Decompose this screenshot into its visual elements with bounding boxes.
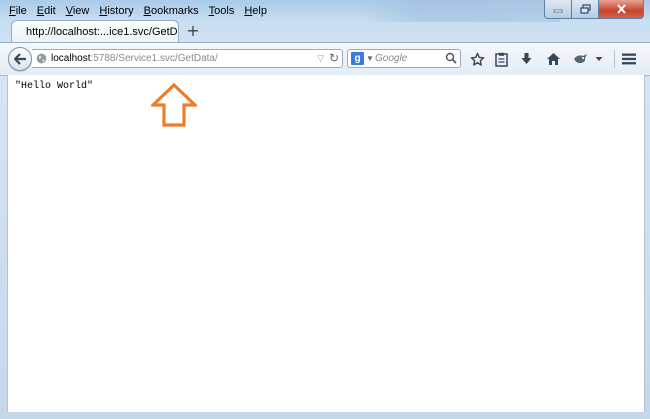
- background-window-ghost: [360, 0, 560, 22]
- search-icon[interactable]: [445, 52, 457, 64]
- home-icon: [546, 53, 560, 65]
- menu-icon: [622, 53, 636, 65]
- maximize-button[interactable]: [572, 0, 599, 19]
- home-button[interactable]: [543, 49, 563, 69]
- google-engine-icon[interactable]: g: [351, 52, 364, 65]
- addon-button[interactable]: [571, 49, 591, 69]
- menu-bar: File Edit View History Bookmarks Tools H…: [4, 3, 272, 19]
- browser-window: File Edit View History Bookmarks Tools H…: [0, 0, 650, 419]
- new-tab-button[interactable]: +: [184, 22, 202, 40]
- back-arrow-icon: [13, 53, 26, 65]
- menu-view[interactable]: View: [61, 3, 95, 19]
- minimize-button[interactable]: [544, 0, 572, 19]
- close-button[interactable]: [599, 0, 644, 19]
- url-history-dropdown-icon[interactable]: ▽: [317, 50, 324, 67]
- menu-file[interactable]: File: [4, 3, 32, 19]
- window-controls: [544, 0, 644, 19]
- bookmark-star-button[interactable]: [467, 49, 487, 69]
- search-placeholder: Google: [375, 53, 408, 64]
- globe-icon: [36, 53, 47, 64]
- minimize-icon: [553, 9, 563, 13]
- engine-dropdown-icon[interactable]: ▼: [366, 50, 374, 67]
- address-bar[interactable]: localhost:5788/Service1.svc/GetData/ ▽ ↻: [32, 49, 343, 68]
- menu-tools[interactable]: Tools: [204, 3, 240, 19]
- chevron-down-icon: [595, 57, 603, 61]
- reload-icon[interactable]: ↻: [329, 50, 339, 67]
- response-text: "Hello World": [15, 81, 94, 92]
- toolbar-separator: [614, 50, 615, 68]
- menu-history[interactable]: History: [94, 3, 138, 19]
- navigation-toolbar: localhost:5788/Service1.svc/GetData/ ▽ ↻…: [0, 42, 650, 76]
- page-content: "Hello World": [7, 75, 645, 412]
- back-button[interactable]: [8, 47, 32, 71]
- menu-help[interactable]: Help: [239, 3, 272, 19]
- restore-icon: [579, 4, 591, 14]
- tab-current[interactable]: http://localhost:...ice1.svc/GetData/: [11, 20, 179, 42]
- addon-dropdown-button[interactable]: [592, 49, 606, 69]
- reading-list-icon: [494, 52, 508, 67]
- menu-edit[interactable]: Edit: [32, 3, 61, 19]
- addon-icon: [574, 54, 587, 64]
- open-menu-button[interactable]: [619, 49, 639, 69]
- tab-title: http://localhost:...ice1.svc/GetData/: [26, 26, 179, 38]
- downloads-icon: [521, 53, 531, 64]
- reading-list-button[interactable]: [491, 49, 511, 69]
- search-box[interactable]: g ▼ Google: [347, 49, 461, 68]
- close-icon: [616, 4, 626, 14]
- annotation-up-arrow-icon: [151, 83, 197, 127]
- bookmark-star-icon: [470, 52, 484, 66]
- url-text: localhost:5788/Service1.svc/GetData/: [51, 53, 218, 64]
- menu-bookmarks[interactable]: Bookmarks: [139, 3, 204, 19]
- downloads-button[interactable]: [516, 49, 536, 69]
